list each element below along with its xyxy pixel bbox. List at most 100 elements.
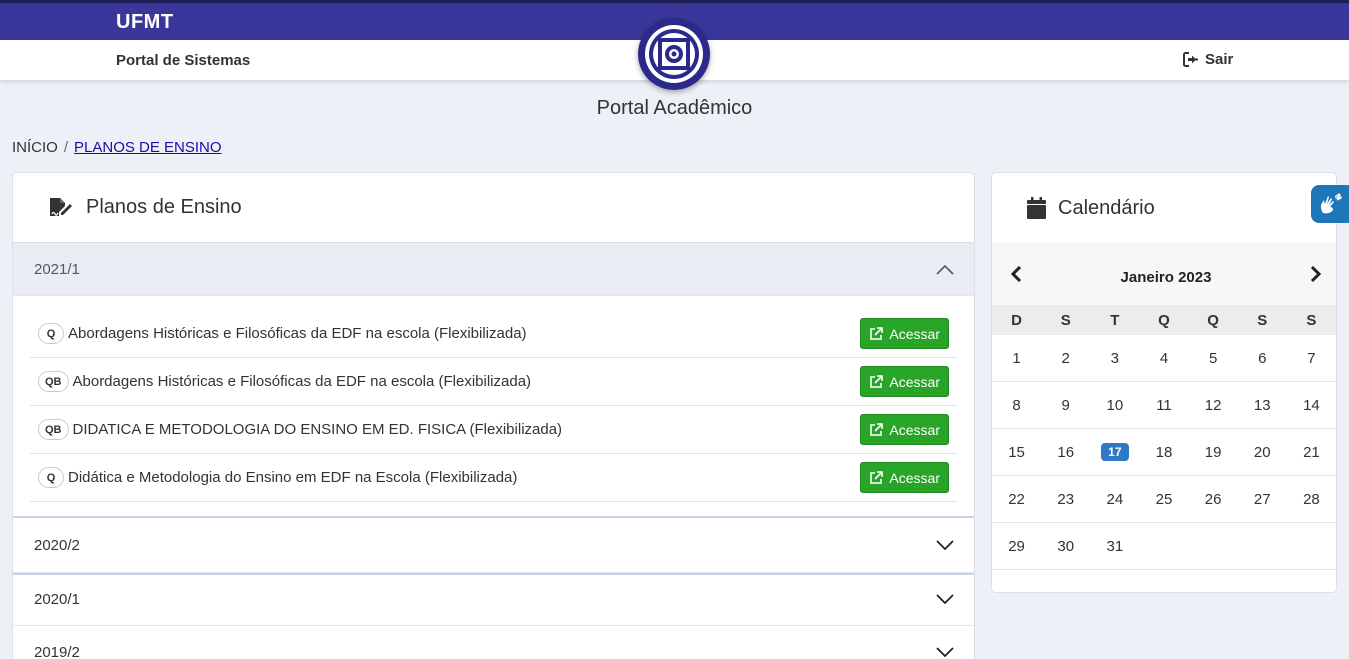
period-label: 2021/1: [34, 260, 80, 278]
calendar-day[interactable]: 1: [992, 335, 1042, 382]
calendar-day-number: 6: [1258, 349, 1267, 367]
course-type-badge: Q: [38, 323, 64, 344]
external-link-icon: [870, 470, 884, 484]
chevron-right-icon[interactable]: [1310, 266, 1322, 282]
calendar-day[interactable]: 22: [992, 476, 1042, 523]
calendar-day[interactable]: 30: [1041, 523, 1091, 570]
calendar-empty-cell: [1286, 523, 1336, 570]
chevron-down-icon: [936, 539, 954, 550]
calendar-day[interactable]: 5: [1188, 335, 1238, 382]
calendar-empty-cell: [1237, 523, 1287, 570]
calendar-day-number: 4: [1159, 349, 1169, 367]
calendar-day-number: 2: [1061, 349, 1070, 367]
calendar-day[interactable]: 4: [1139, 335, 1189, 382]
period-accordion-2020-1[interactable]: 2020/1: [13, 573, 974, 626]
weekday-header: S: [1306, 311, 1317, 329]
calendar-day[interactable]: 23: [1041, 476, 1091, 523]
calendar-day-number: 9: [1061, 396, 1070, 414]
period-accordion-2021-1[interactable]: 2021/1: [13, 243, 974, 296]
calendar-day[interactable]: 10: [1090, 382, 1140, 429]
period-accordion-2019-2[interactable]: 2019/2: [13, 626, 974, 659]
calendar-day-number: 13: [1253, 396, 1271, 414]
calendar-month-label: Janeiro 2023: [1120, 268, 1212, 286]
breadcrumb-separator: /: [63, 139, 69, 156]
course-type-badge: QB: [38, 371, 69, 392]
external-link-icon: [870, 422, 884, 436]
course-name: Abordagens Históricas e Filosóficas da E…: [68, 325, 527, 342]
calendar-day[interactable]: 12: [1188, 382, 1238, 429]
planos-card-title: Planos de Ensino: [86, 196, 242, 218]
calendar-day-number: 25: [1155, 490, 1173, 508]
acessar-label: Acessar: [889, 421, 940, 438]
weekday-header: Q: [1158, 311, 1170, 329]
calendar-day[interactable]: 31: [1090, 523, 1140, 570]
logout-label: Sair: [1205, 51, 1234, 68]
calendar-day[interactable]: 18: [1139, 429, 1189, 476]
logout-button[interactable]: Sair: [1183, 51, 1233, 68]
acessar-button[interactable]: Acessar: [860, 318, 949, 349]
calendar-day-number: 7: [1307, 349, 1316, 367]
calendar-day-number: 27: [1253, 490, 1271, 508]
calendar-empty-cell: [1188, 523, 1238, 570]
chevron-up-icon: [936, 264, 954, 275]
acessar-button[interactable]: Acessar: [860, 366, 949, 397]
period-label: 2020/2: [34, 536, 80, 554]
calendar-day[interactable]: 7: [1286, 335, 1336, 382]
period-accordion-2020-2[interactable]: 2020/2: [13, 518, 974, 573]
calendar-day[interactable]: 17: [1090, 429, 1140, 476]
calendar-day[interactable]: 2: [1041, 335, 1091, 382]
calendar-day[interactable]: 29: [992, 523, 1042, 570]
external-link-icon: [870, 326, 884, 340]
calendar-day[interactable]: 21: [1286, 429, 1336, 476]
calendar-icon: [1027, 197, 1046, 219]
brand-name: UFMT: [116, 11, 174, 33]
calendar-day[interactable]: 8: [992, 382, 1042, 429]
calendar-day-number: 29: [1008, 537, 1025, 555]
calendar-day-number: 8: [1012, 396, 1021, 414]
calendar-day[interactable]: 11: [1139, 382, 1189, 429]
calendar-day[interactable]: 24: [1090, 476, 1140, 523]
course-row: QB DIDATICA E METODOLOGIA DO ENSINO EM E…: [30, 406, 957, 454]
calendar-day[interactable]: 27: [1237, 476, 1287, 523]
file-signature-icon: [50, 197, 72, 216]
calendar-day[interactable]: 6: [1237, 335, 1287, 382]
breadcrumb-home[interactable]: INÍCIO: [12, 139, 58, 156]
ufmt-emblem-icon: [645, 25, 703, 83]
breadcrumb-current-link[interactable]: PLANOS DE ENSINO: [74, 139, 222, 156]
calendar-day[interactable]: 26: [1188, 476, 1238, 523]
calendar-day[interactable]: 15: [992, 429, 1042, 476]
calendar-day[interactable]: 14: [1286, 382, 1336, 429]
acessar-label: Acessar: [889, 373, 940, 390]
calendar-day[interactable]: 28: [1286, 476, 1336, 523]
course-type-badge: Q: [38, 467, 64, 488]
calendar-day-number: 31: [1106, 537, 1124, 555]
calendar-day-number: 24: [1106, 490, 1124, 508]
calendar-day[interactable]: 9: [1041, 382, 1091, 429]
ufmt-logo[interactable]: [638, 18, 710, 90]
calendar-day[interactable]: 20: [1237, 429, 1287, 476]
course-name: Didática e Metodologia do Ensino em EDF …: [68, 469, 518, 486]
calendar-day[interactable]: 3: [1090, 335, 1140, 382]
chevron-down-icon: [936, 646, 954, 657]
weekday-header: T: [1110, 311, 1120, 329]
calendar-day[interactable]: 16: [1041, 429, 1091, 476]
acessar-button[interactable]: Acessar: [860, 414, 949, 445]
calendar-day[interactable]: 25: [1139, 476, 1189, 523]
portal-de-sistemas-link[interactable]: Portal de Sistemas: [116, 52, 250, 69]
acessar-button[interactable]: Acessar: [860, 462, 949, 493]
calendar-card: Calendário Janeiro 2023 DSTQQSS 12345678…: [991, 172, 1337, 593]
weekday-header: D: [1011, 311, 1022, 329]
calendar-day[interactable]: 13: [1237, 382, 1287, 429]
vlibras-accessibility-button[interactable]: [1311, 185, 1349, 223]
calendar-day-number: 20: [1253, 443, 1271, 461]
calendar-day-number: 26: [1204, 490, 1222, 508]
calendar-day-number: 14: [1303, 396, 1320, 414]
course-type-badge: QB: [38, 419, 69, 440]
calendar-day-number: 15: [1008, 443, 1025, 461]
calendar-day[interactable]: 19: [1188, 429, 1238, 476]
period-label: 2020/1: [34, 590, 80, 608]
calendar-title: Calendário: [1058, 196, 1155, 219]
chevron-left-icon[interactable]: [1010, 266, 1022, 282]
planos-card-header: Planos de Ensino: [13, 173, 974, 243]
chevron-down-icon: [936, 593, 954, 604]
